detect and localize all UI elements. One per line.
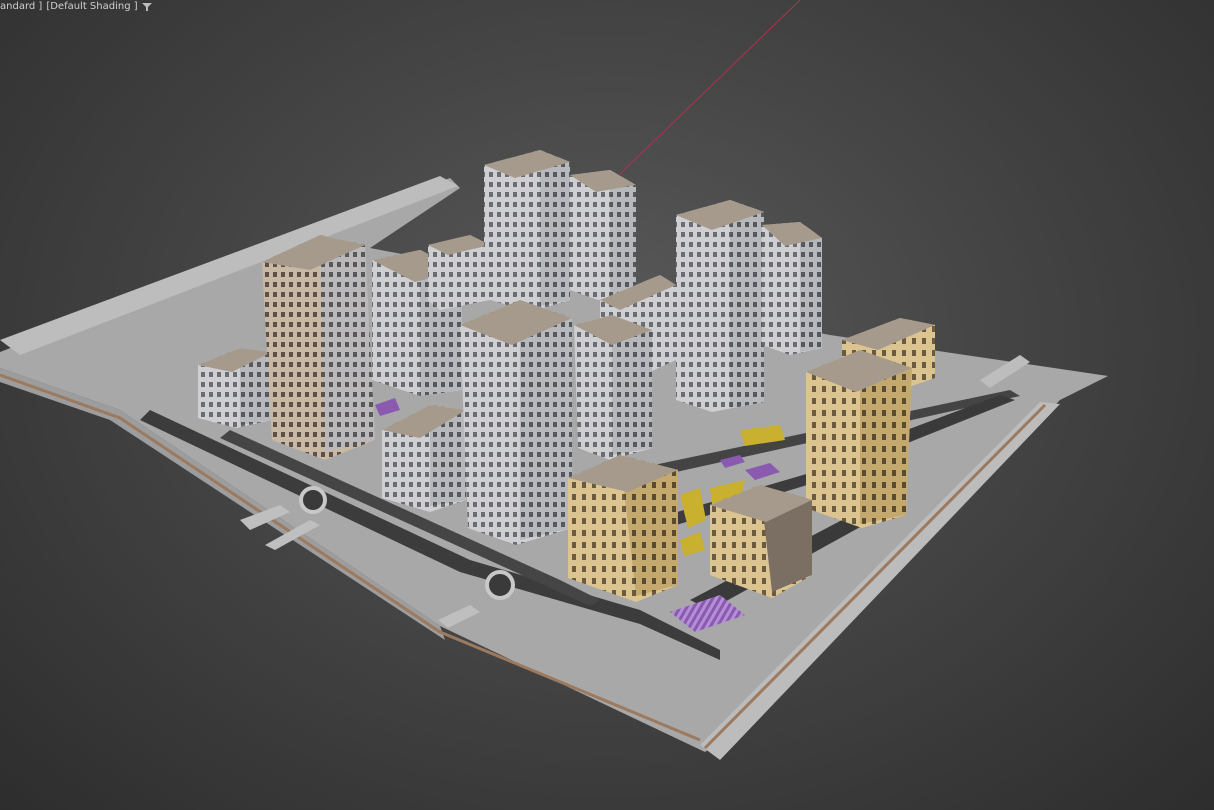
building-grey-right-back-wing <box>762 222 822 355</box>
building-grey-center-back-right <box>570 170 636 300</box>
viewport-label-standard[interactable]: andard ] <box>0 0 42 14</box>
3d-viewport[interactable] <box>0 0 1214 810</box>
building-grey-tall-center-front <box>460 300 572 545</box>
building-tan-front-center <box>568 455 678 602</box>
viewport-label-shading[interactable]: [Default Shading ] <box>46 0 137 14</box>
building-tan-tall-right <box>806 350 912 528</box>
viewport-label[interactable]: andard ] [Default Shading ] <box>0 0 152 14</box>
building-brown-tall-left <box>262 235 375 460</box>
building-grey-center-front-right <box>574 315 652 460</box>
filter-icon[interactable] <box>141 2 152 12</box>
building-grey-tall-right-back <box>676 200 764 412</box>
building-grey-back-left-wing <box>428 235 490 310</box>
building-grey-tall-center-back <box>484 150 570 312</box>
